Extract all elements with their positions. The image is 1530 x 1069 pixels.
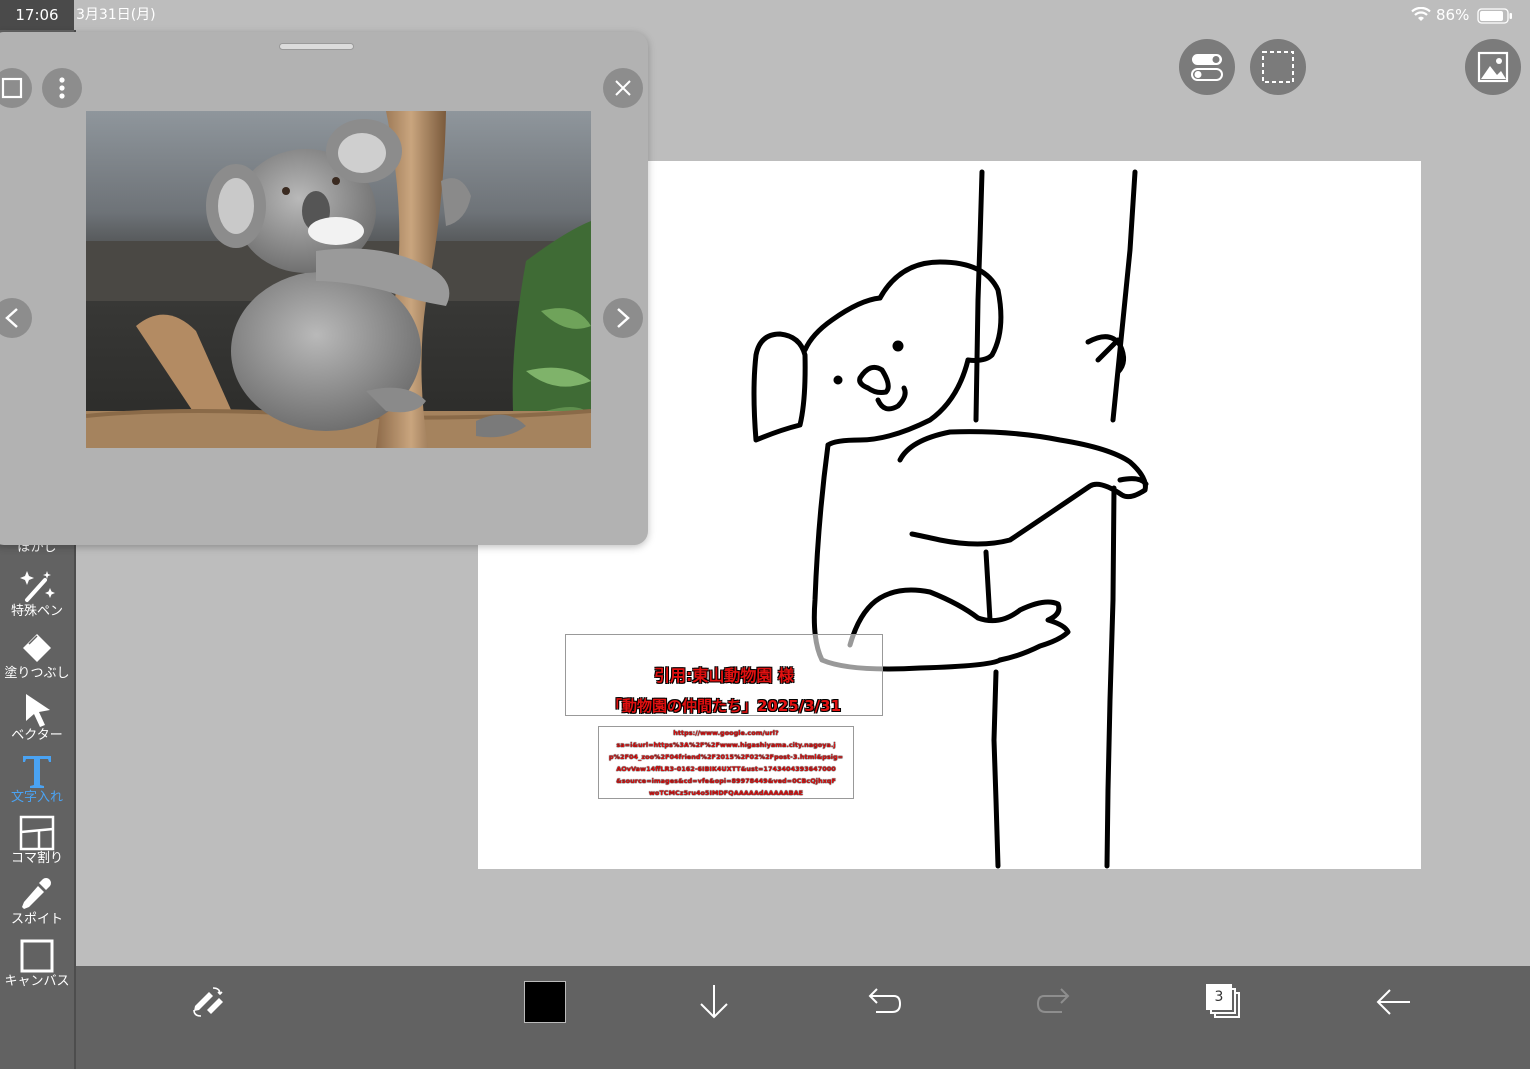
url-line: https://www.google.com/url? — [673, 729, 779, 737]
drag-handle[interactable] — [279, 43, 354, 50]
status-time: 17:06 — [0, 0, 74, 30]
tool-canvas[interactable]: キャンバス — [0, 938, 74, 990]
toggle-settings-button[interactable] — [1179, 39, 1235, 95]
next-image-button[interactable] — [603, 298, 643, 338]
layers-icon: 3 — [1206, 984, 1242, 1020]
download-arrow-icon — [700, 985, 728, 1019]
url-line: sa=i&url=https%3A%2F%2Fwww.higashiyama.c… — [616, 741, 836, 749]
text-t-icon — [23, 756, 51, 788]
toggle-settings-icon — [1191, 54, 1223, 81]
pen-eraser-swap-icon — [193, 987, 223, 1017]
back-button[interactable] — [1364, 966, 1424, 1038]
battery-percent: 86% — [1436, 6, 1470, 24]
wifi-icon — [1411, 6, 1431, 27]
magic-pen-icon — [20, 571, 55, 602]
prev-icon — [5, 308, 18, 328]
canvas-frame-icon — [20, 939, 54, 973]
citation-line-2: 「動物園の仲間たち」2025/3/31 — [606, 697, 842, 715]
layer-count: 3 — [1206, 984, 1232, 1010]
citation-caption-box[interactable]: 引用:東山動物園 様 「動物園の仲間たち」2025/3/31 — [565, 634, 883, 716]
color-swatch-button[interactable] — [515, 966, 575, 1038]
next-icon — [617, 308, 630, 328]
more-menu-button[interactable] — [42, 68, 82, 108]
undo-icon — [868, 988, 902, 1013]
expand-icon — [1, 77, 23, 99]
url-line: p%2F04_zoo%2F04friend%2F2015%2F02%2Fpost… — [608, 753, 844, 761]
layers-button[interactable]: 3 — [1194, 966, 1254, 1038]
redo-icon — [1036, 988, 1070, 1013]
cursor-arrow-icon — [26, 694, 50, 727]
tool-eyedropper[interactable]: スポイト — [0, 876, 74, 928]
pen-eraser-swap-button[interactable] — [177, 966, 237, 1038]
tool-label: 特殊ペン — [10, 604, 63, 619]
eyedropper-icon — [22, 878, 51, 909]
tool-special-pen[interactable]: 特殊ペン — [0, 568, 74, 620]
source-url-box[interactable]: https://www.google.com/url? sa=i&url=htt… — [598, 726, 854, 799]
bottom-toolbar: 3 — [76, 966, 1530, 1069]
tool-fill[interactable]: 塗りつぶし — [0, 630, 74, 682]
bucket-icon — [23, 634, 51, 662]
tool-label: コマ割り — [10, 851, 63, 866]
koala-photo — [86, 111, 591, 448]
citation-line-1: 引用:東山動物園 様 — [654, 666, 794, 685]
redo-button[interactable] — [1024, 966, 1084, 1038]
selection-icon — [1262, 51, 1294, 83]
url-line: woTCMCz5ru4o5IMDFQAAAAAdAAAAABAE — [648, 789, 804, 797]
tool-label: キャンバス — [4, 974, 70, 989]
close-icon — [615, 80, 631, 96]
download-button[interactable] — [684, 966, 744, 1038]
panel-layout-icon — [19, 815, 55, 851]
tool-text[interactable]: 文字入れ — [0, 752, 74, 806]
url-line: AOvVaw14ffLR3-0162-6IBIK4UXTT&ust=174340… — [616, 765, 836, 773]
tool-label: スポイト — [10, 912, 63, 927]
tool-label: ベクター — [11, 728, 63, 743]
battery-icon — [1477, 8, 1513, 28]
reference-image-button[interactable] — [1465, 39, 1521, 95]
undo-button[interactable] — [854, 966, 914, 1038]
tool-label: 文字入れ — [10, 790, 63, 805]
tool-panel[interactable]: コマ割り — [0, 815, 74, 867]
more-menu-icon — [59, 77, 65, 99]
url-line: &source=images&cd=vfe&opi=89978449&ved=0… — [616, 777, 836, 785]
tool-label: 塗りつぶし — [4, 666, 70, 681]
back-arrow-icon — [1376, 989, 1410, 1015]
tool-vector[interactable]: ベクター — [0, 692, 74, 744]
current-color-swatch — [524, 981, 566, 1023]
selection-button[interactable] — [1250, 39, 1306, 95]
status-bar: 17:06 3月31日(月) 86% — [0, 0, 1530, 30]
status-date: 3月31日(月) — [76, 7, 156, 23]
close-button[interactable] — [603, 68, 643, 108]
reference-image-icon — [1477, 51, 1509, 83]
